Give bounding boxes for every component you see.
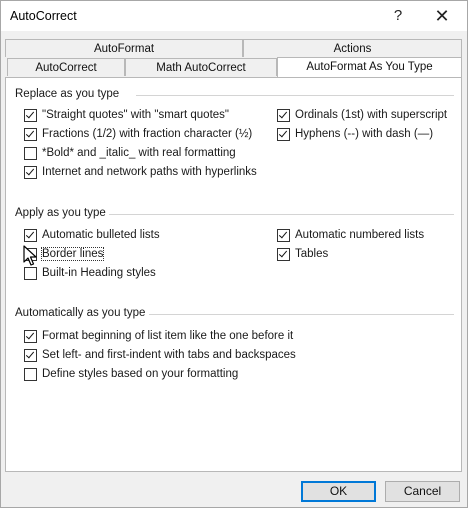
panel-content: Replace as you type "Straight quotes" wi… — [1, 1, 467, 507]
checkbox[interactable] — [24, 266, 37, 280]
checkbox[interactable] — [277, 108, 290, 122]
option-tables[interactable]: Tables — [277, 246, 328, 262]
checkbox[interactable] — [24, 108, 37, 122]
checkbox[interactable] — [24, 348, 37, 362]
checkbox[interactable] — [24, 367, 37, 381]
checkbox[interactable] — [24, 146, 37, 160]
option-numbered-lists[interactable]: Automatic numbered lists — [277, 227, 424, 243]
checkbox[interactable] — [24, 127, 37, 141]
checkbox[interactable] — [24, 228, 37, 242]
checkbox[interactable] — [277, 247, 290, 261]
option-ordinals[interactable]: Ordinals (1st) with superscript — [277, 107, 447, 123]
checkbox[interactable] — [24, 329, 37, 343]
option-format-list-item[interactable]: Format beginning of list item like the o… — [24, 328, 293, 344]
section-divider — [109, 214, 454, 215]
option-bold-italic[interactable]: *Bold* and _italic_ with real formatting — [24, 145, 236, 161]
option-label: Automatic numbered lists — [295, 229, 425, 241]
option-label: Automatic bulleted lists — [42, 229, 160, 241]
section-title-automatic: Automatically as you type — [15, 307, 146, 319]
option-fractions[interactable]: Fractions (1/2) with fraction character … — [24, 126, 252, 142]
option-hyphens[interactable]: Hyphens (--) with dash (—) — [277, 126, 433, 142]
option-label: Ordinals (1st) with superscript — [295, 109, 448, 121]
option-label: Tables — [295, 248, 329, 260]
ok-button[interactable]: OK — [301, 481, 376, 502]
option-label: Set left- and first-indent with tabs and… — [42, 349, 296, 361]
section-title-apply: Apply as you type — [15, 207, 106, 219]
option-label: *Bold* and _italic_ with real formatting — [42, 147, 236, 159]
checkbox[interactable] — [277, 127, 290, 141]
mouse-pointer-icon — [23, 245, 37, 266]
option-set-indent[interactable]: Set left- and first-indent with tabs and… — [24, 347, 296, 363]
option-heading-styles[interactable]: Built-in Heading styles — [24, 265, 156, 281]
section-title-replace: Replace as you type — [15, 88, 120, 100]
option-smart-quotes[interactable]: "Straight quotes" with "smart quotes" — [24, 107, 229, 123]
option-label: Internet and network paths with hyperlin… — [42, 166, 257, 178]
option-label: Define styles based on your formatting — [42, 368, 239, 380]
option-label: Format beginning of list item like the o… — [42, 330, 294, 342]
option-label: Fractions (1/2) with fraction character … — [42, 128, 253, 140]
section-divider — [149, 314, 454, 315]
option-bulleted-lists[interactable]: Automatic bulleted lists — [24, 227, 160, 243]
option-hyperlinks[interactable]: Internet and network paths with hyperlin… — [24, 164, 257, 180]
checkbox[interactable] — [277, 228, 290, 242]
option-label: "Straight quotes" with "smart quotes" — [42, 109, 229, 121]
option-label: Built-in Heading styles — [42, 267, 156, 279]
autocorrect-dialog: AutoCorrect ? ✕ AutoFormat Actions AutoC… — [0, 0, 468, 508]
option-define-styles[interactable]: Define styles based on your formatting — [24, 366, 238, 382]
cancel-button[interactable]: Cancel — [385, 481, 460, 502]
option-label: Border lines — [40, 247, 105, 261]
section-divider — [136, 95, 454, 96]
option-label: Hyphens (--) with dash (—) — [295, 128, 434, 140]
checkbox[interactable] — [24, 165, 37, 179]
